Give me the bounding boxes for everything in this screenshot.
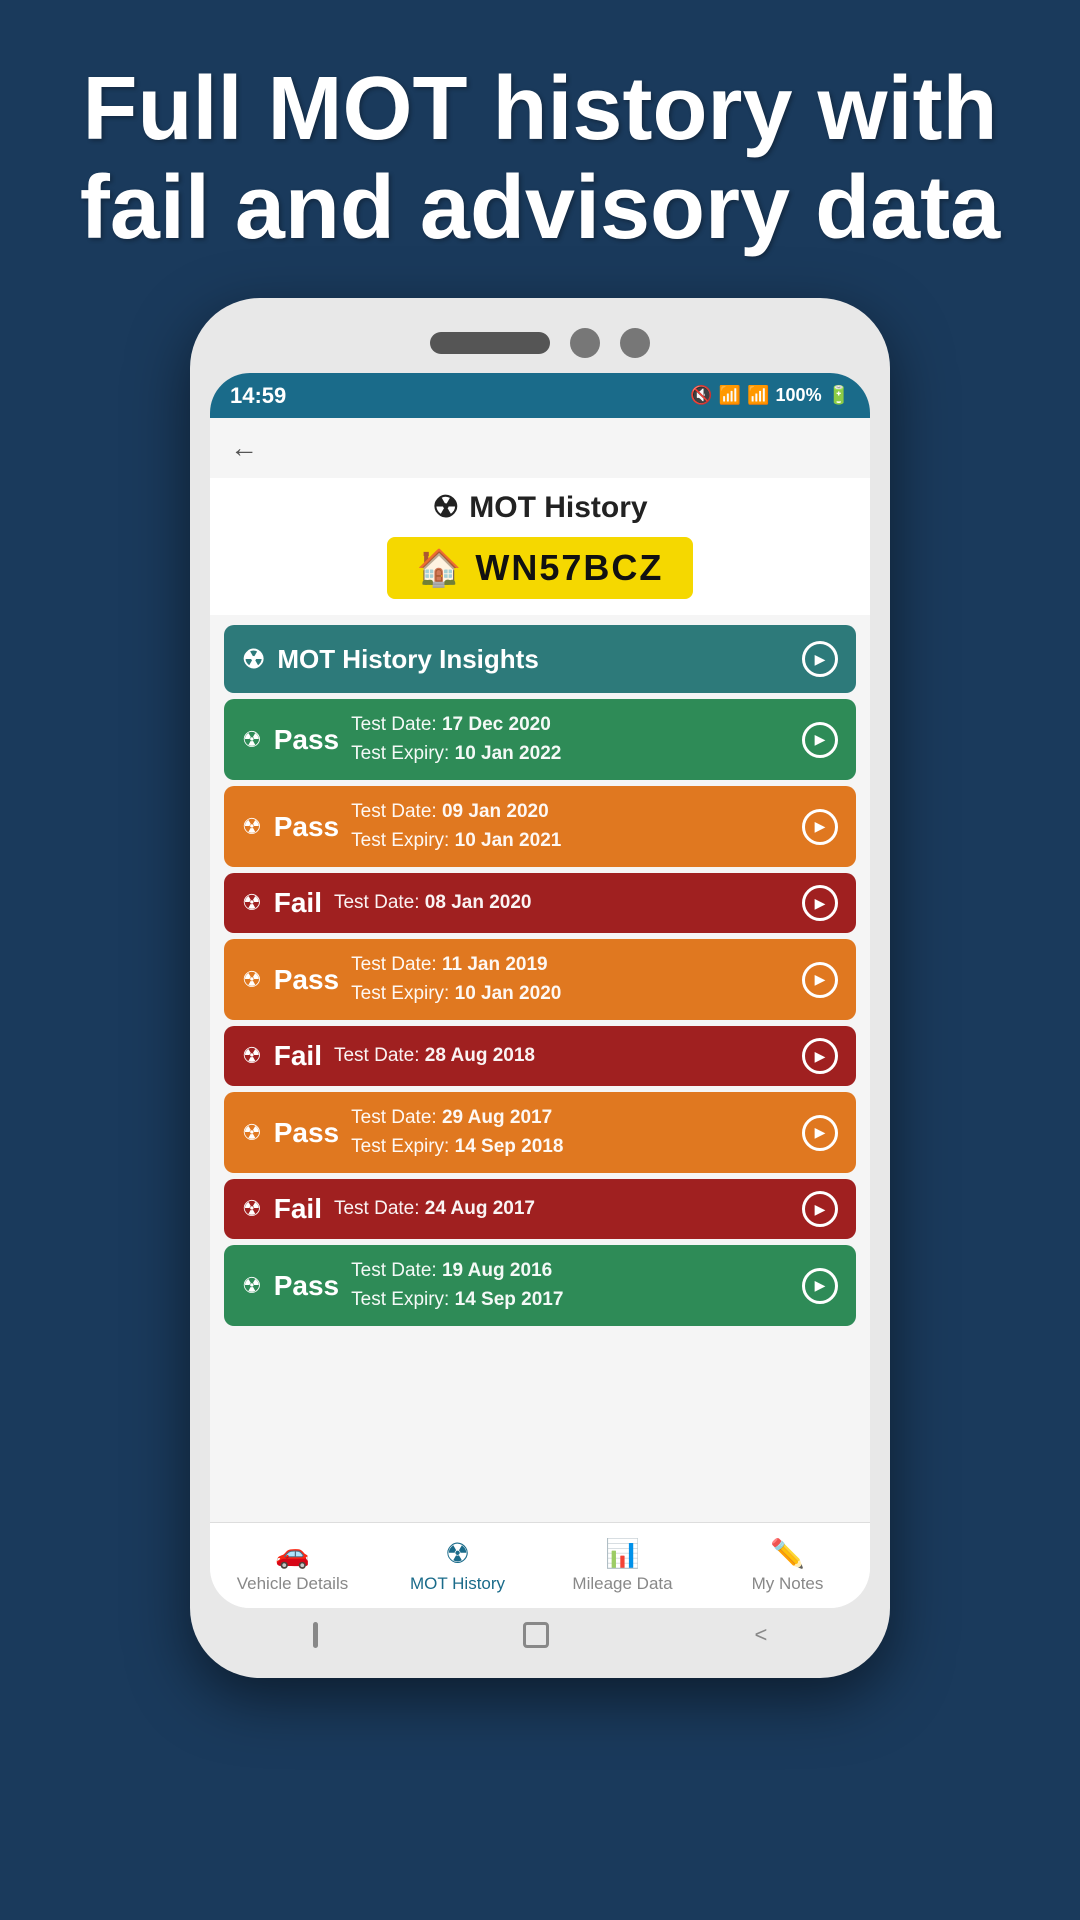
garage-icon: 🏠 [417,547,464,589]
biohazard-icon-7: ☢ [242,1273,262,1299]
nav-label-mot-history: MOT History [410,1574,505,1594]
mot-play-button-1[interactable]: ▶ [802,809,838,845]
nav-mot-history[interactable]: ☢ MOT History [375,1531,540,1600]
mot-result-4: Fail [274,1040,322,1072]
phone-camera2 [620,328,650,358]
mot-dates-7: Test Date: 19 Aug 2016 Test Expiry: 14 S… [351,1257,563,1314]
mot-dates-1: Test Date: 09 Jan 2020 Test Expiry: 10 J… [351,798,561,855]
mot-record-6[interactable]: ☢ Fail Test Date: 24 Aug 2017 ▶ [224,1179,856,1239]
reg-plate: 🏠 WN57BCZ [387,537,694,599]
mot-play-button-6[interactable]: ▶ [802,1191,838,1227]
mot-left-6: ☢ Fail Test Date: 24 Aug 2017 [242,1193,535,1225]
phone-top [210,318,870,373]
title-section: ☢ MOT History 🏠 WN57BCZ [210,478,870,615]
mot-dates-4: Test Date: 28 Aug 2018 [334,1042,535,1071]
mot-record-5[interactable]: ☢ Pass Test Date: 29 Aug 2017 Test Expir… [224,1092,856,1173]
mot-left-4: ☢ Fail Test Date: 28 Aug 2018 [242,1040,535,1072]
nav-my-notes[interactable]: ✏️ My Notes [705,1531,870,1600]
mot-left-0: ☢ Pass Test Date: 17 Dec 2020 Test Expir… [242,711,561,768]
mot-left-1: ☢ Pass Test Date: 09 Jan 2020 Test Expir… [242,798,561,855]
mot-dates-2: Test Date: 08 Jan 2020 [334,889,532,918]
page-header: Full MOT history with fail and advisory … [0,0,1080,298]
mot-dates-0: Test Date: 17 Dec 2020 Test Expiry: 10 J… [351,711,561,768]
mot-list: ☢ MOT History Insights ▶ ☢ Pass Test Dat… [210,615,870,1522]
insights-play-button[interactable]: ▶ [802,641,838,677]
insights-banner[interactable]: ☢ MOT History Insights ▶ [224,625,856,693]
mot-play-button-4[interactable]: ▶ [802,1038,838,1074]
mot-record-4[interactable]: ☢ Fail Test Date: 28 Aug 2018 ▶ [224,1026,856,1086]
mot-record-3[interactable]: ☢ Pass Test Date: 11 Jan 2019 Test Expir… [224,939,856,1020]
mot-dates-5: Test Date: 29 Aug 2017 Test Expiry: 14 S… [351,1104,563,1161]
insights-left: ☢ MOT History Insights [242,644,539,675]
app-content: ← ☢ MOT History 🏠 WN57BCZ ☢ [210,418,870,1608]
biohazard-icon-6: ☢ [242,1196,262,1222]
insights-biohazard-icon: ☢ [242,644,265,675]
pencil-icon: ✏️ [770,1537,805,1570]
mot-dates-6: Test Date: 24 Aug 2017 [334,1195,535,1224]
status-time: 14:59 [230,383,286,409]
nav-label-vehicle-details: Vehicle Details [237,1574,349,1594]
chart-icon: 📊 [605,1537,640,1570]
biohazard-icon-2: ☢ [242,890,262,916]
nav-label-mileage-data: Mileage Data [572,1574,672,1594]
home-pill-icon [313,1622,318,1648]
mot-record-7[interactable]: ☢ Pass Test Date: 19 Aug 2016 Test Expir… [224,1245,856,1326]
mot-record-2[interactable]: ☢ Fail Test Date: 08 Jan 2020 ▶ [224,873,856,933]
screen-title: ☢ MOT History [432,490,647,525]
mot-result-2: Fail [274,887,322,919]
nav-mileage-data[interactable]: 📊 Mileage Data [540,1531,705,1600]
mot-result-6: Fail [274,1193,322,1225]
phone-bottom-bar: < [210,1608,870,1658]
biohazard-icon-3: ☢ [242,967,262,993]
phone-camera [570,328,600,358]
mot-result-7: Pass [274,1270,339,1302]
title-biohazard-icon: ☢ [432,490,459,525]
status-bar: 14:59 🔇 📶 📶 100% 🔋 [210,373,870,418]
back-nav-icon: < [754,1622,767,1648]
mot-dates-3: Test Date: 11 Jan 2019 Test Expiry: 10 J… [351,951,561,1008]
header-title: Full MOT history with fail and advisory … [60,60,1020,258]
mot-record-1[interactable]: ☢ Pass Test Date: 09 Jan 2020 Test Expir… [224,786,856,867]
mot-record-0[interactable]: ☢ Pass Test Date: 17 Dec 2020 Test Expir… [224,699,856,780]
bottom-nav: 🚗 Vehicle Details ☢ MOT History 📊 Mileag… [210,1522,870,1608]
nav-label-my-notes: My Notes [752,1574,824,1594]
battery-text: 100% [776,385,822,406]
battery-icon: 🔋 [828,385,850,406]
back-button[interactable]: ← [230,432,258,464]
biohazard-icon-4: ☢ [242,1043,262,1069]
mot-play-button-7[interactable]: ▶ [802,1268,838,1304]
biohazard-nav-icon: ☢ [445,1537,470,1570]
phone-screen: 14:59 🔇 📶 📶 100% 🔋 ← ☢ MOT History [210,373,870,1608]
nav-vehicle-details[interactable]: 🚗 Vehicle Details [210,1531,375,1600]
phone-frame: 14:59 🔇 📶 📶 100% 🔋 ← ☢ MOT History [190,298,890,1678]
mute-icon: 🔇 [690,385,712,406]
biohazard-icon-1: ☢ [242,814,262,840]
back-bar: ← [210,418,870,478]
mot-play-button-3[interactable]: ▶ [802,962,838,998]
mot-left-5: ☢ Pass Test Date: 29 Aug 2017 Test Expir… [242,1104,563,1161]
mot-play-button-0[interactable]: ▶ [802,722,838,758]
biohazard-icon-0: ☢ [242,727,262,753]
recent-apps-icon [523,1622,549,1648]
mot-result-0: Pass [274,724,339,756]
mot-left-7: ☢ Pass Test Date: 19 Aug 2016 Test Expir… [242,1257,563,1314]
mot-left-3: ☢ Pass Test Date: 11 Jan 2019 Test Expir… [242,951,561,1008]
mot-result-3: Pass [274,964,339,996]
mot-left-2: ☢ Fail Test Date: 08 Jan 2020 [242,887,532,919]
car-icon: 🚗 [275,1537,310,1570]
status-icons: 🔇 📶 📶 100% 🔋 [690,385,850,406]
phone-speaker [430,332,550,354]
mot-play-button-5[interactable]: ▶ [802,1115,838,1151]
mot-play-button-2[interactable]: ▶ [802,885,838,921]
wifi-icon: 📶 [719,385,741,406]
mot-result-5: Pass [274,1117,339,1149]
mot-result-1: Pass [274,811,339,843]
signal-icon: 📶 [747,385,769,406]
biohazard-icon-5: ☢ [242,1120,262,1146]
